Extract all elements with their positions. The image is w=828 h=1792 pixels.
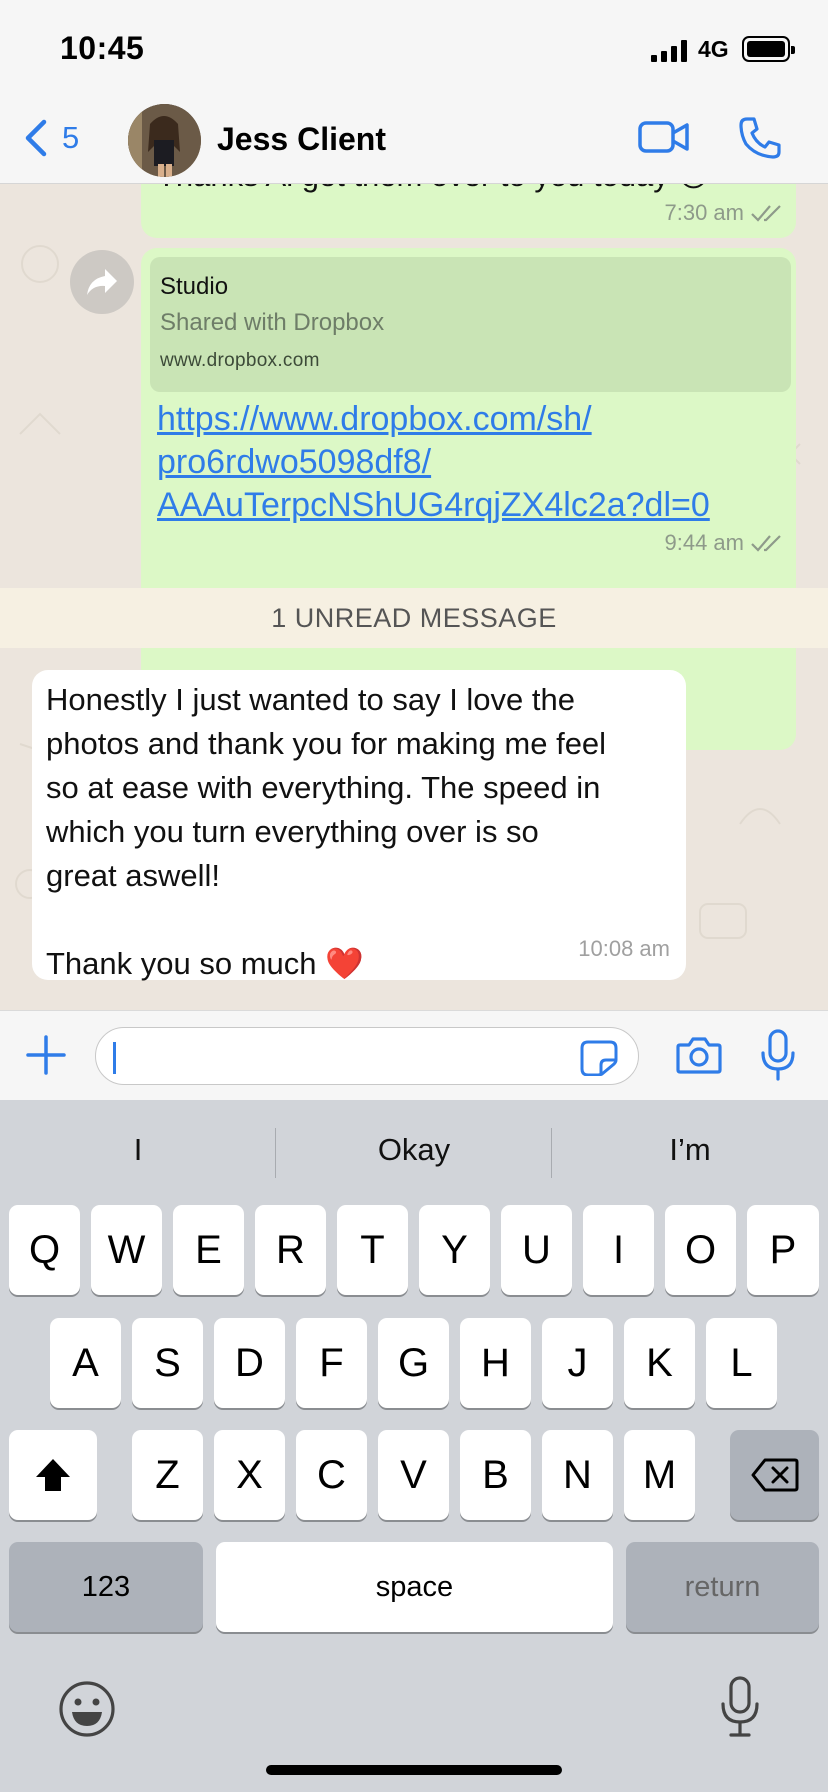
back-button[interactable]: 5 xyxy=(20,118,79,158)
plus-icon[interactable] xyxy=(24,1033,68,1077)
key-j[interactable]: J xyxy=(542,1318,613,1408)
key-a[interactable]: A xyxy=(50,1318,121,1408)
message-time: 9:44 am xyxy=(664,530,745,555)
network-type: 4G xyxy=(698,36,729,62)
key-i[interactable]: I xyxy=(583,1205,654,1295)
key-q[interactable]: Q xyxy=(9,1205,80,1295)
message-meta: 7:30 am xyxy=(665,200,785,226)
camera-icon[interactable] xyxy=(676,1035,722,1075)
contact-name[interactable]: Jess Client xyxy=(217,121,386,158)
key-f[interactable]: F xyxy=(296,1318,367,1408)
message-meta: 9:44 am xyxy=(665,530,785,556)
numbers-key[interactable]: 123 xyxy=(9,1542,203,1632)
suggestion-3[interactable]: I’m xyxy=(552,1100,828,1200)
forward-icon xyxy=(87,269,117,295)
key-m[interactable]: M xyxy=(624,1430,695,1520)
message-text: Thanks Al get them over to you today 😊 xyxy=(157,184,710,194)
keyboard: I Okay I’m Q W E R T Y U I O P A S D F G… xyxy=(0,1100,828,1792)
return-key[interactable]: return xyxy=(626,1542,819,1632)
message-link[interactable]: https://www.dropbox.com/sh/ pro6rdwo5098… xyxy=(157,398,757,527)
key-n[interactable]: N xyxy=(542,1430,613,1520)
message-input[interactable] xyxy=(95,1027,639,1085)
phone-call-icon[interactable] xyxy=(738,116,782,160)
key-e[interactable]: E xyxy=(173,1205,244,1295)
key-r[interactable]: R xyxy=(255,1205,326,1295)
shift-arrow-icon xyxy=(36,1459,70,1491)
key-o[interactable]: O xyxy=(665,1205,736,1295)
text-caret xyxy=(113,1042,116,1074)
home-indicator[interactable] xyxy=(266,1765,562,1775)
avatar-photo xyxy=(128,104,201,177)
link-preview-subtitle: Shared with Dropbox xyxy=(160,309,385,336)
read-ticks-icon xyxy=(751,205,781,222)
key-h[interactable]: H xyxy=(460,1318,531,1408)
forward-button[interactable] xyxy=(70,250,134,314)
link-line: pro6rdwo5098df8/ xyxy=(157,443,432,481)
key-x[interactable]: X xyxy=(214,1430,285,1520)
backspace-icon xyxy=(751,1458,798,1492)
key-g[interactable]: G xyxy=(378,1318,449,1408)
key-u[interactable]: U xyxy=(501,1205,572,1295)
sticker-icon[interactable] xyxy=(580,1040,618,1076)
battery-icon xyxy=(742,36,795,62)
message-meta: 10:08 am xyxy=(578,936,670,962)
status-bar: 10:45 4G xyxy=(0,0,828,96)
read-ticks-icon xyxy=(751,535,781,552)
video-call-icon[interactable] xyxy=(638,114,690,160)
key-z[interactable]: Z xyxy=(132,1430,203,1520)
space-key[interactable]: space xyxy=(216,1542,613,1632)
key-d[interactable]: D xyxy=(214,1318,285,1408)
link-preview-domain: www.dropbox.com xyxy=(160,350,320,371)
link-preview[interactable]: Studio Shared with Dropbox www.dropbox.c… xyxy=(150,257,791,392)
key-w[interactable]: W xyxy=(91,1205,162,1295)
shift-key[interactable] xyxy=(9,1430,97,1520)
message-composer xyxy=(0,1010,828,1100)
key-s[interactable]: S xyxy=(132,1318,203,1408)
emoji-icon[interactable] xyxy=(58,1680,116,1738)
key-k[interactable]: K xyxy=(624,1318,695,1408)
key-p[interactable]: P xyxy=(747,1205,819,1295)
key-t[interactable]: T xyxy=(337,1205,408,1295)
link-line: https://www.dropbox.com/sh/ xyxy=(157,400,592,438)
suggestion-2[interactable]: Okay xyxy=(276,1100,552,1200)
suggestion-1[interactable]: I xyxy=(0,1100,276,1200)
status-time: 10:45 xyxy=(60,30,145,66)
contact-avatar[interactable] xyxy=(128,104,201,177)
microphone-icon[interactable] xyxy=(760,1029,796,1081)
link-line: AAAuTerpcNShUG4rqjZX4lc2a?dl=0 xyxy=(157,486,710,524)
key-l[interactable]: L xyxy=(706,1318,777,1408)
key-y[interactable]: Y xyxy=(419,1205,490,1295)
signal-icon xyxy=(651,40,687,62)
dictation-microphone-icon[interactable] xyxy=(720,1676,760,1738)
chat-header: 5 Jess Client xyxy=(0,96,828,184)
message-bubble-incoming[interactable]: Honestly I just wanted to say I love the… xyxy=(32,670,686,981)
key-v[interactable]: V xyxy=(378,1430,449,1520)
delete-key[interactable] xyxy=(730,1430,819,1520)
message-bubble-outgoing[interactable]: Thanks Al get them over to you today 😊 7… xyxy=(141,184,796,238)
link-preview-title: Studio xyxy=(160,273,229,300)
message-time: 10:08 am xyxy=(578,936,670,961)
message-time: 7:30 am xyxy=(664,200,745,225)
chat-area[interactable]: Thanks Al get them over to you today 😊 7… xyxy=(0,184,828,1010)
chevron-left-icon xyxy=(25,119,47,157)
unread-chats-count: 5 xyxy=(62,120,80,155)
key-c[interactable]: C xyxy=(296,1430,367,1520)
unread-banner: 1 UNREAD MESSAGE xyxy=(0,588,828,648)
key-b[interactable]: B xyxy=(460,1430,531,1520)
